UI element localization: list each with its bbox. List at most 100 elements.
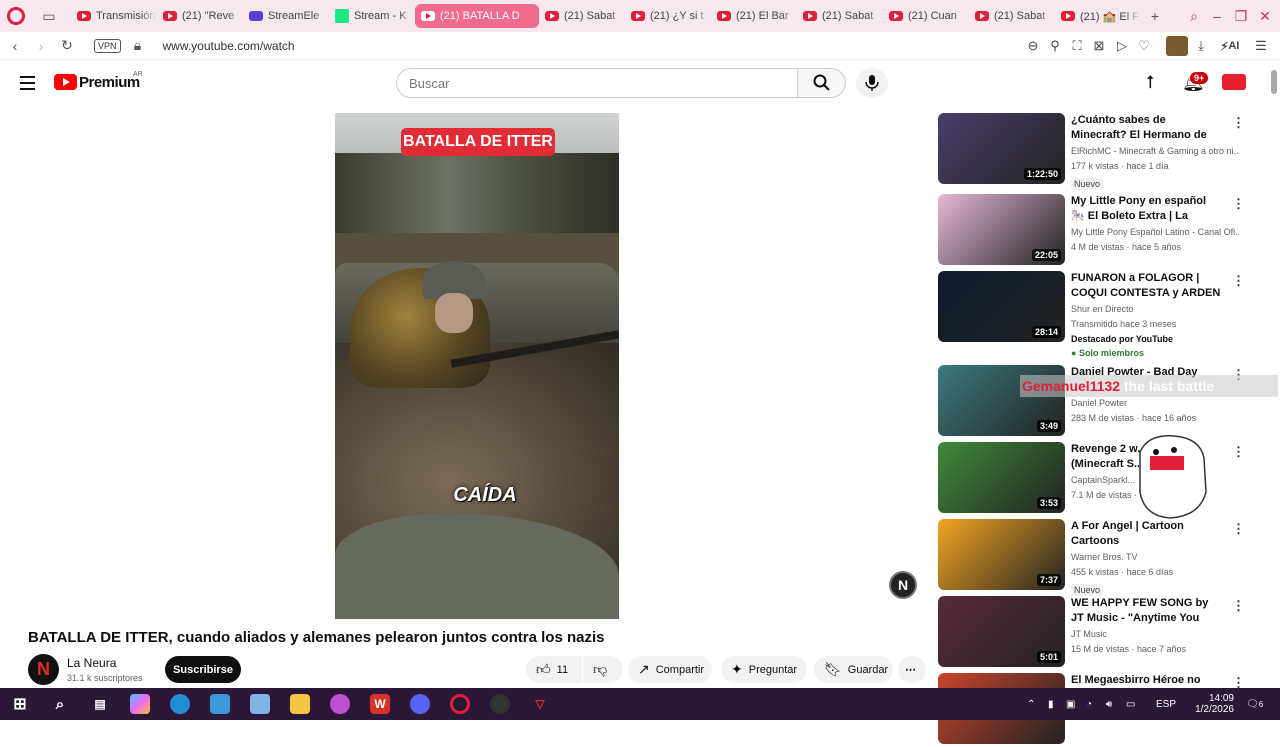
- copilot-icon[interactable]: [130, 694, 150, 714]
- close-window-button[interactable]: ✕: [1253, 0, 1277, 32]
- browser-tab[interactable]: (21) Sabat: [539, 4, 625, 28]
- browser-tab[interactable]: (21) 🏫 El F: [1055, 4, 1141, 28]
- snapshot-icon[interactable]: ⛶: [1066, 32, 1088, 60]
- more-options-icon[interactable]: ⋮: [1232, 598, 1245, 614]
- tab-islands-icon[interactable]: ▭: [35, 4, 63, 28]
- recommendation-title[interactable]: My Little Pony en español 🎠 El Boleto Ex…: [1071, 194, 1221, 224]
- recommendation-title[interactable]: WE HAPPY FEW SONG by JT Music - "Anytime…: [1071, 596, 1221, 626]
- search-tabs-icon[interactable]: ⌕: [1182, 0, 1206, 32]
- recommendation-title[interactable]: FUNARON a FOLAGOR | COQUI CONTESTA y ARD…: [1071, 271, 1221, 301]
- opera-taskbar-icon[interactable]: [450, 694, 470, 714]
- recommendation-item[interactable]: 1:22:50 ¿Cuánto sabes de Minecraft? El He…: [938, 113, 1245, 190]
- heart-icon[interactable]: ♡: [1133, 32, 1155, 60]
- more-options-icon[interactable]: ⋮: [1232, 196, 1245, 212]
- recommendation-item[interactable]: 22:05 My Little Pony en español 🎠 El Bole…: [938, 194, 1245, 268]
- forward-icon[interactable]: ›: [30, 38, 52, 54]
- ask-button[interactable]: ✦ Preguntar: [721, 656, 807, 683]
- browser-tab[interactable]: Transmisión: [71, 4, 157, 28]
- wps-icon[interactable]: W: [370, 694, 390, 714]
- upload-icon[interactable]: ⭡: [1146, 72, 1154, 93]
- subscribe-button[interactable]: Suscribirse: [165, 656, 241, 683]
- discord-icon[interactable]: [410, 694, 430, 714]
- tray-wifi-icon[interactable]: ◔: [1086, 688, 1092, 720]
- more-options-icon[interactable]: ⋮: [1232, 273, 1245, 289]
- recommendation-thumbnail[interactable]: 3:53: [938, 442, 1065, 513]
- browser-tab[interactable]: Stream - K: [329, 4, 415, 28]
- recommendation-channel[interactable]: Daniel Powter: [1071, 398, 1239, 408]
- tray-battery-icon[interactable]: ▭: [1126, 688, 1135, 720]
- browser-tab[interactable]: (21) ¿Y si t: [625, 4, 711, 28]
- voice-search-button[interactable]: [856, 68, 888, 98]
- recommendation-thumbnail[interactable]: 1:22:50: [938, 113, 1065, 184]
- recommendation-thumbnail[interactable]: 5:01: [938, 596, 1065, 667]
- recommendation-thumbnail[interactable]: 28:14: [938, 271, 1065, 342]
- profile-avatar[interactable]: [1166, 36, 1188, 56]
- zoom-icon[interactable]: ⊖: [1022, 32, 1044, 60]
- tray-display-icon[interactable]: ▣: [1066, 688, 1075, 720]
- maximize-button[interactable]: ❐: [1229, 0, 1253, 32]
- minimize-button[interactable]: –: [1205, 0, 1229, 32]
- back-icon[interactable]: ‹: [4, 38, 26, 54]
- search-input[interactable]: Buscar: [396, 68, 798, 98]
- obs-icon[interactable]: [490, 694, 510, 714]
- premium-logo-text[interactable]: Premium: [79, 74, 140, 91]
- browser-tab[interactable]: (21) "Reve: [157, 4, 243, 28]
- recommendation-item[interactable]: 28:14 FUNARON a FOLAGOR | COQUI CONTESTA …: [938, 271, 1245, 358]
- more-options-icon[interactable]: ⋮: [1232, 115, 1245, 131]
- recommendation-title[interactable]: A For Angel | Cartoon Cartoons: [1071, 519, 1221, 549]
- account-avatar[interactable]: [1222, 74, 1246, 90]
- file-explorer-icon[interactable]: [290, 694, 310, 714]
- easy-setup-icon[interactable]: ☰: [1250, 32, 1272, 60]
- download-icon[interactable]: ⤓: [1190, 32, 1212, 60]
- recommendation-thumbnail[interactable]: 7:37: [938, 519, 1065, 590]
- hamburger-menu-icon[interactable]: [20, 76, 35, 94]
- task-view-icon[interactable]: ▤: [90, 694, 110, 714]
- edge-icon[interactable]: [170, 694, 190, 714]
- video-player[interactable]: [335, 113, 619, 619]
- clock[interactable]: 14:09 1/2/2026: [1195, 688, 1234, 720]
- browser-tab[interactable]: (21) BATALLA D: [415, 4, 539, 28]
- more-actions-button[interactable]: ⋯: [898, 656, 926, 683]
- channel-name[interactable]: La Neura: [67, 656, 116, 670]
- dislike-button[interactable]: 👎︎: [583, 656, 623, 683]
- tray-usb-icon[interactable]: ▮: [1048, 688, 1054, 720]
- recommendation-title[interactable]: ¿Cuánto sabes de Minecraft? El Hermano d…: [1071, 113, 1221, 143]
- recommendation-channel[interactable]: JT Music: [1071, 629, 1239, 639]
- recommendation-channel[interactable]: Warner Bros. TV: [1071, 552, 1239, 562]
- taskbar-search-icon[interactable]: ⌕: [50, 694, 70, 714]
- recommendation-thumbnail[interactable]: 22:05: [938, 194, 1065, 265]
- scrollbar-thumb[interactable]: [1271, 70, 1277, 94]
- more-options-icon[interactable]: ⋮: [1232, 521, 1245, 537]
- tray-volume-icon[interactable]: 🔊︎: [1106, 688, 1112, 720]
- recommendation-item[interactable]: 7:37 A For Angel | Cartoon Cartoons ⋮ Warne…: [938, 519, 1245, 596]
- channel-avatar[interactable]: N: [28, 654, 59, 685]
- more-options-icon[interactable]: ⋮: [1232, 444, 1245, 460]
- channel-watermark-icon[interactable]: N: [889, 571, 917, 599]
- input-language[interactable]: ESP: [1156, 688, 1176, 720]
- reload-icon[interactable]: ↻: [56, 37, 78, 54]
- recommendation-channel[interactable]: My Little Pony Español Latino - Canal Of…: [1071, 227, 1239, 237]
- vivaldi-icon[interactable]: ▽: [530, 694, 550, 714]
- pin-icon[interactable]: ⚲: [1044, 32, 1066, 60]
- browser-tab[interactable]: (21) El Bar: [711, 4, 797, 28]
- like-button[interactable]: 👍︎ 11: [526, 656, 582, 683]
- recommendation-channel[interactable]: ElRichMC - Minecraft & Gaming a otro ni.…: [1071, 146, 1239, 156]
- save-button[interactable]: 🔖︎ Guardar: [814, 656, 893, 683]
- tray-overflow-icon[interactable]: ⌃: [1027, 688, 1035, 720]
- notification-center-icon[interactable]: 🗨︎ 6: [1246, 688, 1263, 720]
- browser-tab[interactable]: (21) Sabat: [969, 4, 1055, 28]
- youtube-logo-icon[interactable]: [54, 74, 77, 90]
- recommendation-channel[interactable]: Shur en Directo: [1071, 304, 1239, 314]
- browser-tab[interactable]: (21) Sabat: [797, 4, 883, 28]
- share-button[interactable]: ↗ Compartir: [628, 656, 712, 683]
- notepad-icon[interactable]: [250, 694, 270, 714]
- send-icon[interactable]: ▷: [1111, 32, 1133, 60]
- ai-button[interactable]: ⚡︎ AI: [1215, 32, 1245, 60]
- browser-tab[interactable]: (21) Cuan: [883, 4, 969, 28]
- url-text[interactable]: www.youtube.com/watch: [163, 39, 295, 53]
- recommendation-item[interactable]: 5:01 WE HAPPY FEW SONG by JT Music - "Any…: [938, 596, 1245, 670]
- vpn-badge[interactable]: VPN: [94, 38, 121, 53]
- store-icon[interactable]: [210, 694, 230, 714]
- new-tab-button[interactable]: +: [1141, 4, 1169, 28]
- adblock-icon[interactable]: ⊠: [1088, 32, 1110, 60]
